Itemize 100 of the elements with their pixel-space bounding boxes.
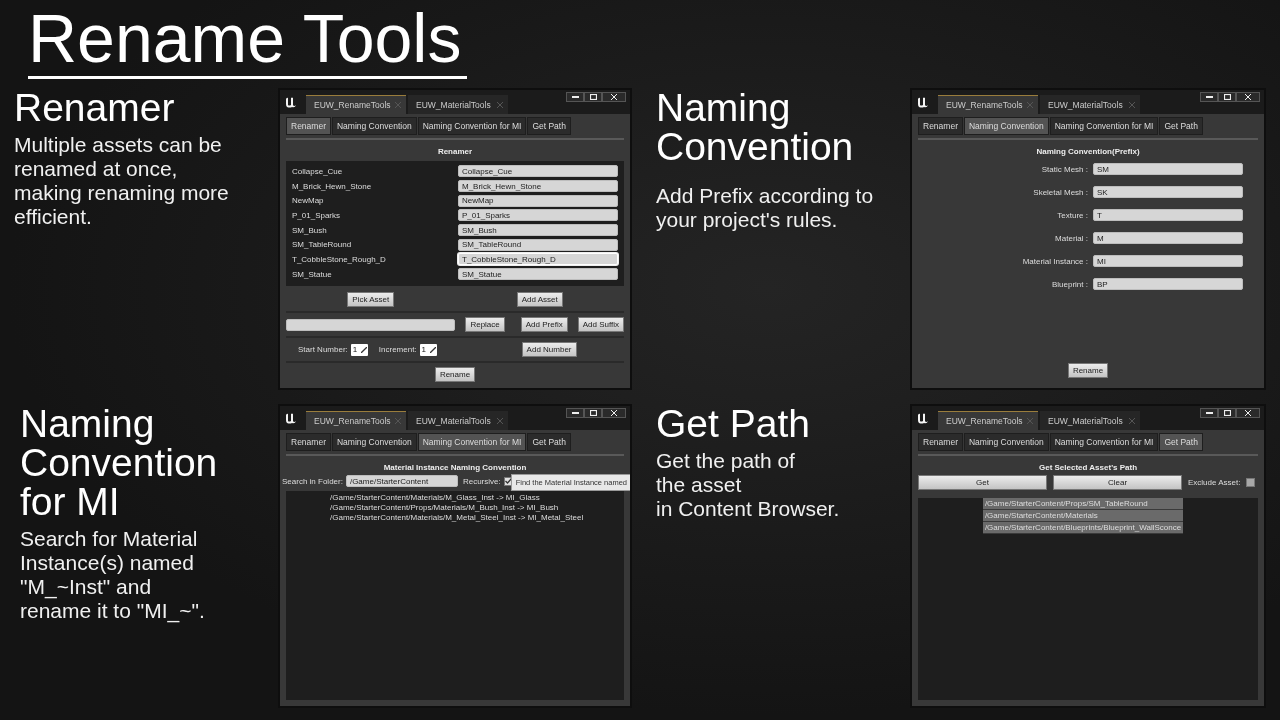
document-tab[interactable]: EUW_RenameTools bbox=[306, 411, 406, 430]
pick-asset-button[interactable]: Pick Asset bbox=[347, 292, 395, 308]
prefix-field[interactable]: MI bbox=[1093, 255, 1243, 267]
field-label: Increment: bbox=[378, 345, 417, 355]
engine-logo-icon bbox=[284, 411, 298, 425]
close-button[interactable] bbox=[602, 408, 626, 418]
engine-logo-icon bbox=[916, 411, 930, 425]
replace-button[interactable]: Replace bbox=[465, 317, 505, 333]
result-line: /Game/StarterContent/Materials/M_Metal_Steel_Inst -> MI_Metal_Steel bbox=[330, 513, 585, 523]
maximize-button[interactable] bbox=[584, 408, 602, 418]
name-field[interactable]: Collapse_Cue bbox=[458, 165, 618, 178]
field-label: Exclude Asset: bbox=[1188, 478, 1241, 487]
text-field[interactable] bbox=[286, 318, 456, 331]
rename-button[interactable]: Rename bbox=[1067, 363, 1109, 378]
document-tab[interactable]: EUW_RenameTools bbox=[306, 95, 406, 114]
minimize-icon bbox=[1205, 412, 1213, 414]
path-item[interactable]: /Game/StarterContent/Props/SM_TableRound bbox=[982, 498, 1184, 510]
minimize-button[interactable] bbox=[566, 408, 584, 418]
prefix-field[interactable]: M bbox=[1093, 232, 1243, 244]
tab[interactable]: Renamer bbox=[918, 117, 963, 135]
result-line: /Game/StarterContent/Props/Materials/M_Bush_Inst -> MI_Bush bbox=[330, 503, 560, 513]
clear-button[interactable]: Clear bbox=[1053, 475, 1182, 490]
tab[interactable]: Renamer bbox=[286, 433, 331, 451]
add-number-button[interactable]: Add Number bbox=[521, 342, 577, 358]
document-tab[interactable]: EUW_MaterialTools bbox=[1040, 411, 1140, 430]
prefix-field[interactable]: T bbox=[1093, 209, 1243, 221]
field-label: Blueprint : bbox=[1050, 279, 1088, 289]
asset-name: M_Brick_Hewn_Stone bbox=[292, 181, 372, 191]
tab[interactable]: Naming Convention for MI bbox=[1049, 433, 1159, 451]
minimize-button[interactable] bbox=[566, 92, 584, 102]
tab[interactable]: Naming Convention bbox=[331, 433, 417, 451]
tab[interactable]: Naming Convention for MI bbox=[1049, 117, 1159, 135]
document-tab[interactable]: EUW_MaterialTools bbox=[408, 95, 508, 114]
prefix-field[interactable]: SK bbox=[1093, 186, 1243, 198]
asset-name: T_CobbleStone_Rough_D bbox=[292, 254, 386, 264]
document-tab[interactable]: EUW_MaterialTools bbox=[408, 411, 508, 430]
asset-name: SM_TableRound bbox=[292, 240, 352, 250]
tab[interactable]: Renamer bbox=[286, 117, 331, 135]
maximize-icon bbox=[589, 410, 597, 416]
field-label: Skeletal Mesh : bbox=[1032, 187, 1088, 197]
get-button[interactable]: Get bbox=[918, 475, 1047, 490]
number-spinbox[interactable]: 1 bbox=[350, 343, 368, 356]
tab[interactable]: Naming Convention bbox=[331, 117, 417, 135]
tab[interactable]: Naming Convention bbox=[963, 433, 1049, 451]
name-field[interactable]: SM_Bush bbox=[458, 224, 618, 237]
field-label: Static Mesh : bbox=[1040, 164, 1088, 174]
tab[interactable]: Naming Convention for MI bbox=[417, 433, 527, 451]
close-button[interactable] bbox=[1236, 408, 1260, 418]
asset-name: Collapse_Cue bbox=[292, 166, 343, 176]
name-field[interactable]: T_CobbleStone_Rough_D bbox=[458, 253, 618, 266]
close-button[interactable] bbox=[602, 92, 626, 102]
number-spinbox[interactable]: 1 bbox=[419, 343, 437, 356]
engine-logo-icon bbox=[284, 95, 298, 109]
asset-name: P_01_Sparks bbox=[292, 210, 341, 220]
name-field[interactable]: M_Brick_Hewn_Stone bbox=[458, 180, 618, 193]
tab[interactable]: Get Path bbox=[1159, 117, 1203, 135]
name-field[interactable]: SM_TableRound bbox=[458, 238, 618, 251]
tab[interactable]: Get Path bbox=[527, 433, 571, 451]
tab[interactable]: Get Path bbox=[1159, 433, 1203, 451]
document-tab[interactable]: EUW_RenameTools bbox=[938, 95, 1038, 114]
check-icon bbox=[504, 478, 512, 484]
section-heading: Naming Convention bbox=[656, 88, 855, 166]
maximize-button[interactable] bbox=[1218, 92, 1236, 102]
prefix-field[interactable]: BP bbox=[1093, 278, 1243, 290]
path-item[interactable]: /Game/StarterContent/Materials bbox=[982, 510, 1184, 522]
add-suffix-button[interactable]: Add Suffix bbox=[577, 317, 624, 333]
maximize-icon bbox=[1223, 410, 1231, 416]
section-description: Get the path of the asset in Content Browser. bbox=[656, 449, 841, 521]
field-label: Recursive: bbox=[462, 476, 501, 486]
folder-field[interactable]: /Game/StarterContent bbox=[345, 475, 458, 487]
panel-title: Naming Convention(Prefix) bbox=[1035, 146, 1141, 158]
tab[interactable]: Naming Convention for MI bbox=[417, 117, 527, 135]
rename-button[interactable]: Rename bbox=[434, 367, 476, 382]
close-button[interactable] bbox=[1236, 92, 1260, 102]
checkbox[interactable] bbox=[1246, 478, 1256, 487]
panel-title: Get Selected Asset's Path bbox=[1037, 462, 1139, 474]
minimize-icon bbox=[1205, 96, 1213, 98]
maximize-button[interactable] bbox=[584, 92, 602, 102]
minimize-button[interactable] bbox=[1200, 408, 1218, 418]
prefix-field[interactable]: SM bbox=[1093, 163, 1243, 175]
path-item[interactable]: /Game/StarterContent/Blueprints/Blueprint_WallSconce bbox=[982, 522, 1184, 534]
asset-name: SM_Bush bbox=[292, 225, 327, 235]
maximize-icon bbox=[589, 94, 597, 100]
engine-logo-icon bbox=[916, 95, 930, 109]
minimize-button[interactable] bbox=[1200, 92, 1218, 102]
tab[interactable]: Naming Convention bbox=[963, 117, 1049, 135]
field-label: Material : bbox=[1054, 233, 1088, 243]
maximize-button[interactable] bbox=[1218, 408, 1236, 418]
name-field[interactable]: P_01_Sparks bbox=[458, 209, 618, 222]
name-field[interactable]: SM_Statue bbox=[458, 268, 618, 281]
tab[interactable]: Renamer bbox=[918, 433, 963, 451]
field-label: Material Instance : bbox=[1021, 256, 1088, 266]
document-tab[interactable]: EUW_RenameTools bbox=[938, 411, 1038, 430]
add-asset-button[interactable]: Add Asset bbox=[516, 292, 563, 308]
name-field[interactable]: NewMap bbox=[458, 194, 618, 207]
document-tab[interactable]: EUW_MaterialTools bbox=[1040, 95, 1140, 114]
field-label: Search in Folder: bbox=[282, 476, 343, 486]
asset-name: SM_Statue bbox=[292, 269, 332, 279]
add-prefix-button[interactable]: Add Prefix bbox=[520, 317, 568, 333]
tab[interactable]: Get Path bbox=[527, 117, 571, 135]
